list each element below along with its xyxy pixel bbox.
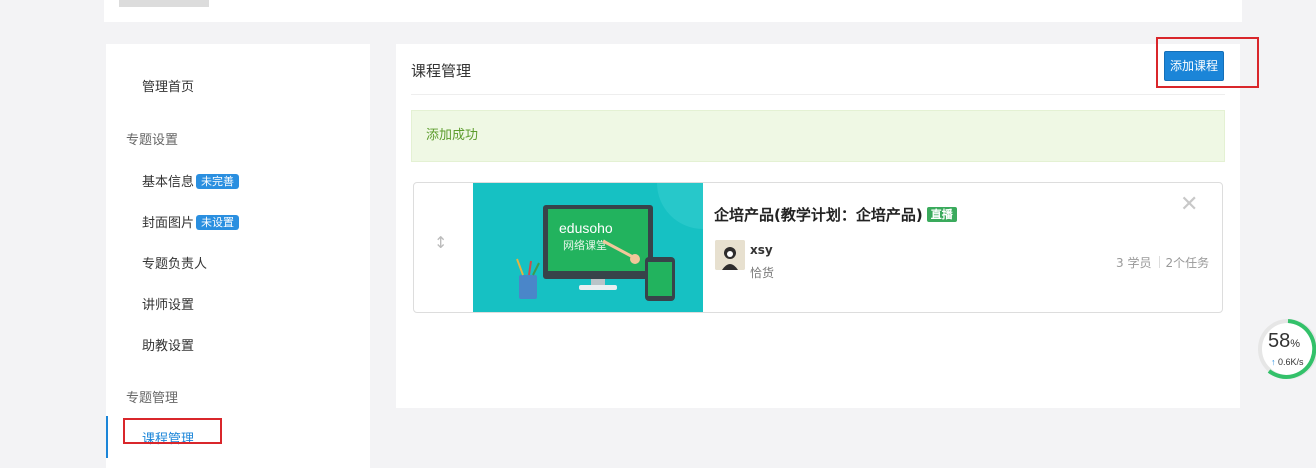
course-title-text: 企培产品(教学计划：企培产品): [714, 206, 923, 224]
divider: [1159, 256, 1161, 268]
sidebar-item-label: 封面图片: [142, 216, 195, 231]
highlight-box-add-course: [1156, 37, 1259, 88]
status-badge: 未设置: [196, 215, 240, 230]
sidebar-item-basic-info[interactable]: 基本信息 未完善: [142, 171, 240, 190]
cover-illustration: edusoho 网络课堂: [516, 183, 703, 301]
sidebar-item-assistants[interactable]: 助教设置: [142, 335, 194, 354]
sidebar-group-settings: 专题设置: [126, 133, 179, 148]
page-title: 课程管理: [411, 62, 472, 80]
cover-brand-text: edusoho: [559, 220, 613, 236]
widget-speed: ↑ 0.6K/s: [1271, 357, 1304, 367]
teacher-title: 恰货: [750, 266, 775, 280]
course-cover-image[interactable]: edusoho 网络课堂: [473, 183, 703, 312]
sidebar-group-management: 专题管理: [126, 391, 179, 406]
top-header: [104, 0, 1242, 22]
course-stats: 3 学员 2个任务: [1116, 254, 1209, 271]
upload-arrow-icon: ↑: [1271, 357, 1276, 367]
cover-subtitle-text: 网络课堂: [563, 238, 607, 252]
course-card[interactable]: ↕ edusoho 网络课堂 企培产品(教学计划：企培产品) 直播 ✕ xsy …: [413, 182, 1223, 313]
sidebar-item-owner[interactable]: 专题负责人: [142, 253, 207, 272]
task-count: 2个任务: [1165, 256, 1210, 270]
course-title[interactable]: 企培产品(教学计划：企培产品) 直播: [714, 204, 957, 225]
drag-handle-icon[interactable]: ↕: [434, 233, 447, 252]
teacher-name[interactable]: xsy: [750, 243, 773, 257]
main-panel: 课程管理 添加课程 添加成功 ↕ edusoho 网络课堂 企培产品(教学计划：…: [396, 44, 1240, 408]
network-speed-widget[interactable]: 58% ↑ 0.6K/s: [1257, 317, 1316, 381]
widget-percent: 58%: [1268, 330, 1301, 352]
sidebar-item-cover-image[interactable]: 封面图片 未设置: [142, 212, 240, 231]
avatar[interactable]: [715, 240, 745, 270]
sidebar-item-label: 基本信息: [142, 175, 195, 190]
close-icon[interactable]: ✕: [1180, 192, 1198, 217]
sidebar-item-home[interactable]: 管理首页: [142, 76, 194, 95]
logo[interactable]: [119, 0, 209, 7]
highlight-box-course-management: [123, 418, 222, 444]
live-badge: 直播: [926, 207, 957, 222]
divider: [411, 94, 1225, 95]
sidebar-item-lecturers[interactable]: 讲师设置: [142, 294, 194, 313]
avatar-icon: [715, 240, 745, 270]
status-badge: 未完善: [196, 174, 240, 189]
sidebar: 管理首页 专题设置 基本信息 未完善 封面图片 未设置 专题负责人 讲师设置 助教设…: [106, 44, 370, 468]
success-alert: 添加成功: [411, 110, 1225, 162]
student-count: 3 学员: [1116, 256, 1152, 270]
active-indicator: [106, 416, 108, 458]
